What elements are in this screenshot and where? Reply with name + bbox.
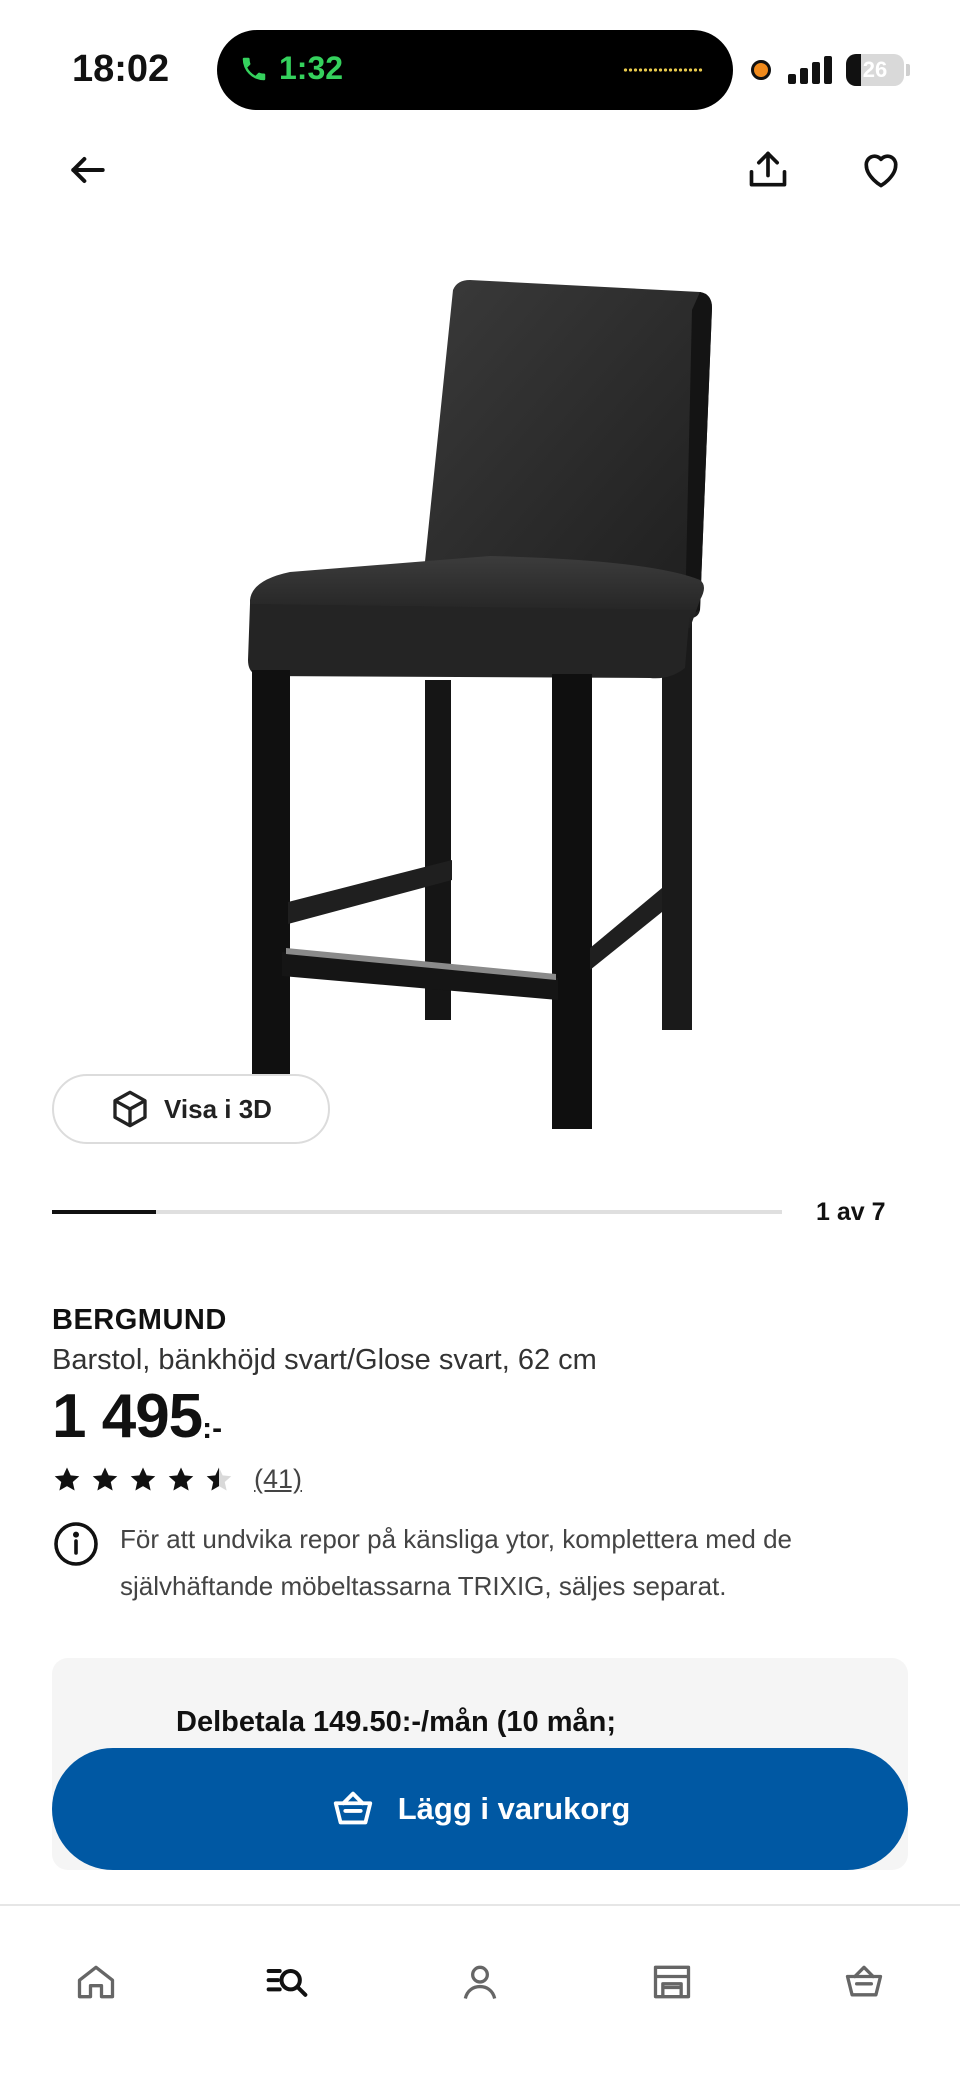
nav-home[interactable] [66, 1952, 126, 2012]
profile-icon [463, 1965, 497, 1999]
view-in-3d-button[interactable]: Visa i 3D [52, 1074, 330, 1144]
nav-cart[interactable] [834, 1952, 894, 2012]
share-button[interactable] [736, 138, 800, 202]
signal-icon [788, 56, 832, 84]
cart-icon [333, 1791, 372, 1825]
installment-text: Delbetala 149.50:-/mån (10 mån; [176, 1706, 617, 1738]
cart-icon [845, 1965, 883, 1997]
add-to-cart-button[interactable]: Lägg i varukorg [52, 1748, 908, 1870]
star-full-icon [92, 1467, 118, 1490]
product-description: Barstol, bänkhöjd svart/Glose svart, 62 … [52, 1344, 597, 1376]
star-half-icon [206, 1467, 232, 1490]
phone-icon [242, 57, 266, 80]
nav-store[interactable] [642, 1952, 702, 2012]
back-button[interactable] [56, 138, 120, 202]
price-suffix: :- [202, 1412, 223, 1445]
arrow-left-icon [71, 156, 105, 184]
heart-icon [864, 154, 898, 188]
gallery-progress [52, 1210, 782, 1214]
gallery-position: 1 av 7 [816, 1198, 886, 1226]
nav-search[interactable] [257, 1952, 317, 2012]
store-icon [653, 1965, 691, 1999]
call-timer: 1:32 [279, 50, 344, 86]
home-icon [77, 1965, 115, 1999]
battery-percent: 26 [862, 57, 888, 82]
bottom-navigation [0, 1904, 960, 2086]
gallery-progress-fill [52, 1210, 157, 1214]
cube-3d-icon [113, 1090, 147, 1128]
audio-waveform [623, 68, 703, 72]
recording-indicator [751, 60, 771, 80]
view-in-3d-label: Visa i 3D [164, 1093, 272, 1124]
share-icon [749, 151, 787, 187]
search-icon [266, 1968, 308, 1997]
info-icon [54, 1522, 98, 1566]
battery-icon: 26 [846, 54, 904, 86]
product-image[interactable] [230, 280, 730, 1160]
price-amount: 1 495 [52, 1382, 203, 1451]
product-rating[interactable]: (41) [52, 1464, 302, 1495]
nav-profile[interactable] [450, 1952, 510, 2012]
star-full-icon [130, 1467, 156, 1490]
product-name: BERGMUND [52, 1304, 227, 1336]
status-time: 18:02 [72, 48, 170, 90]
product-price: 1 495 :- [52, 1386, 222, 1448]
call-indicator: 1:32 [239, 50, 343, 87]
favorite-button[interactable] [849, 138, 913, 202]
battery-tip [906, 64, 910, 76]
star-full-icon [54, 1467, 80, 1490]
add-to-cart-label: Lägg i varukorg [397, 1791, 631, 1826]
notice-text: För att undvika repor på känsliga ytor, … [120, 1524, 793, 1601]
product-notice: För att undvika repor på känsliga ytor, … [52, 1520, 912, 1610]
reviews-count-link[interactable]: (41) [254, 1464, 302, 1495]
status-bar: 18:02 1:32 26 [0, 0, 960, 120]
rating-stars [52, 1465, 234, 1495]
star-full-icon [168, 1467, 194, 1490]
dynamic-island[interactable]: 1:32 [217, 30, 733, 110]
